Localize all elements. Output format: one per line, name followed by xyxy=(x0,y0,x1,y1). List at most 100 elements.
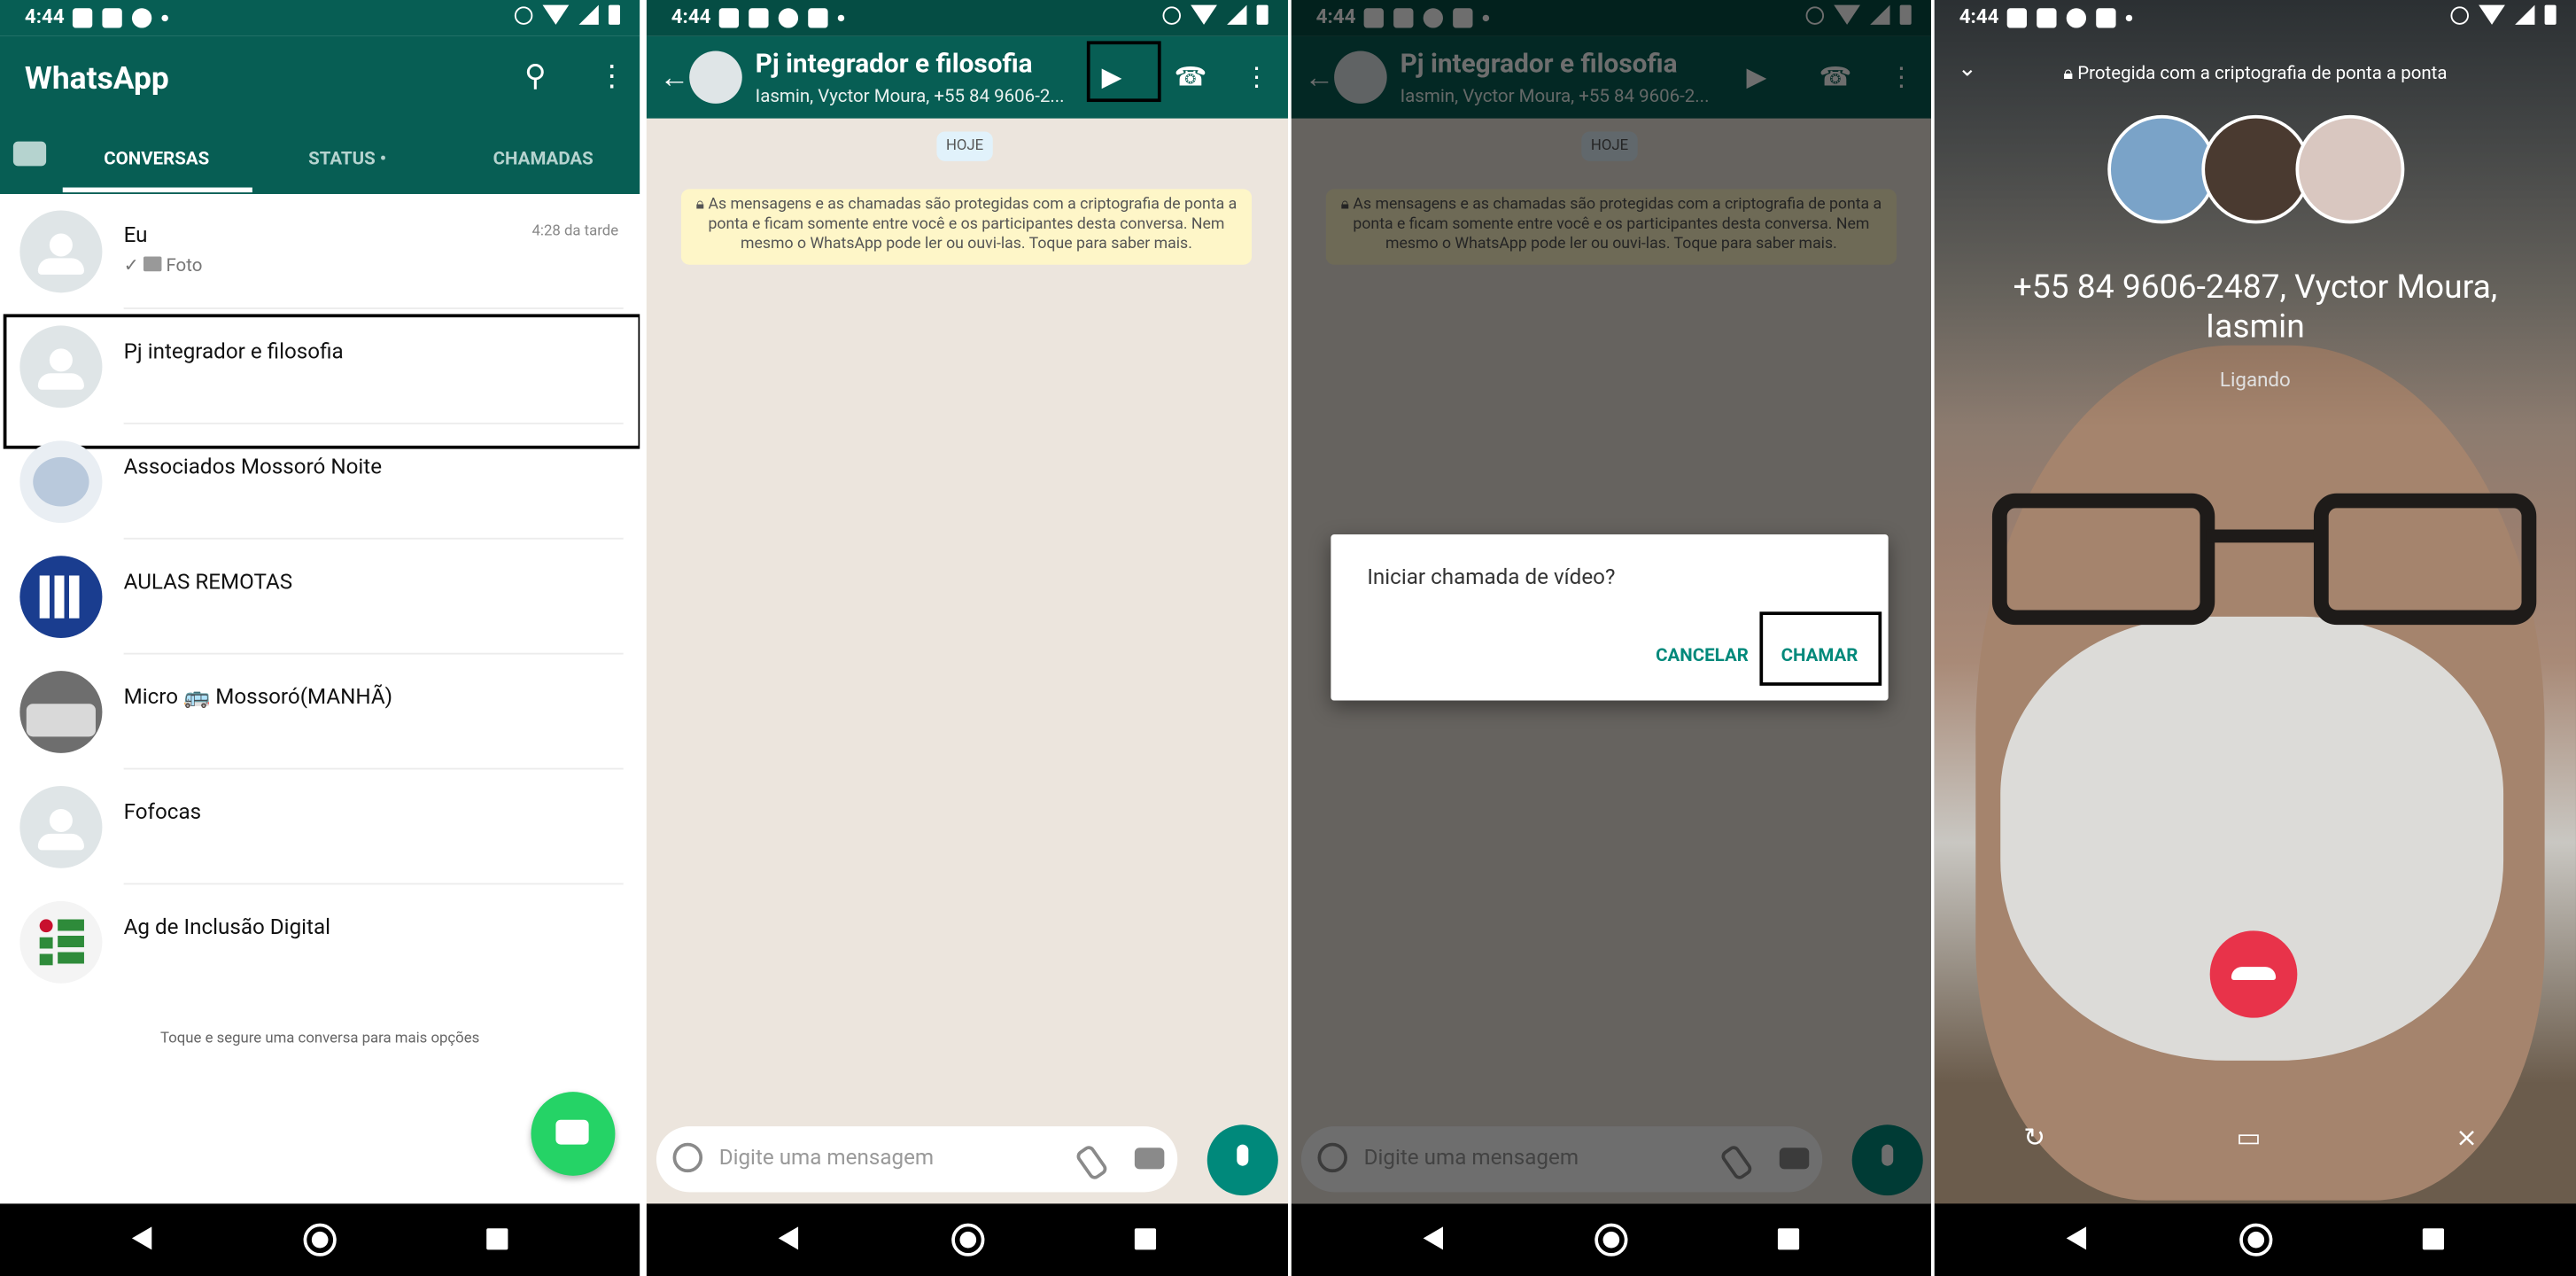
app-title: WhatsApp xyxy=(24,58,169,97)
status-bar: 4:44 xyxy=(0,0,640,36)
nav-back-icon[interactable] xyxy=(778,1226,799,1250)
chat-row-ag[interactable]: Ag de Inclusão Digital xyxy=(0,884,640,1000)
nav-recent-icon[interactable] xyxy=(1777,1228,1800,1250)
group-chat-screen: 4:44 ← Pj integrador e filosofia Iasmin,… xyxy=(646,0,1288,1276)
nav-bar xyxy=(1934,1203,2576,1276)
tab-conversas[interactable]: CONVERSAS xyxy=(104,148,209,169)
tab-chamadas[interactable]: CHAMADAS xyxy=(493,148,594,169)
video-call-dialog: Iniciar chamada de vídeo? CANCELAR CHAMA… xyxy=(1331,534,1889,701)
nav-recent-icon[interactable] xyxy=(1134,1228,1157,1250)
nav-recent-icon[interactable] xyxy=(2422,1228,2445,1250)
lock-icon: 🔒︎ xyxy=(2063,62,2074,84)
chat-name: Micro 🚌 Mossoró(MANHÃ) xyxy=(123,685,393,711)
status-bar: 4:44 xyxy=(1935,0,2576,36)
nav-bar xyxy=(0,1203,640,1276)
phone-icon[interactable]: ☎︎ xyxy=(1175,61,1207,92)
avatar xyxy=(19,210,103,293)
chat-fab-icon xyxy=(555,1119,589,1145)
switch-camera-icon[interactable]: ↻ xyxy=(2023,1122,2045,1153)
avatar xyxy=(2107,114,2217,224)
call-participants: +55 84 9606-2487, Vyctor Moura, Iasmin xyxy=(2013,266,2498,346)
mic-off-icon[interactable]: ⨯ xyxy=(2456,1122,2478,1153)
avatar xyxy=(19,440,103,524)
avatar xyxy=(2295,114,2405,224)
nav-home-icon[interactable] xyxy=(1594,1223,1628,1257)
avatar xyxy=(19,786,103,868)
chat-row-fofocas[interactable]: Fofocas xyxy=(0,769,640,885)
status-bar: 4:44 xyxy=(646,0,1288,36)
end-call-button[interactable] xyxy=(2209,930,2298,1018)
emoji-icon[interactable] xyxy=(672,1142,703,1173)
app-header: WhatsApp ⚲ ⋮ CONVERSAS STATUS • CHAMADAS xyxy=(0,35,640,194)
nav-home-icon[interactable] xyxy=(2238,1223,2272,1257)
check-icon: ✓ xyxy=(123,254,139,276)
chat-header: ← Pj integrador e filosofia Iasmin, Vyct… xyxy=(646,35,1288,119)
video-call-highlight xyxy=(1086,41,1161,103)
tab-status-label: STATUS xyxy=(308,148,376,170)
chat-row-associados[interactable]: Associados Mossoró Noite xyxy=(0,424,640,540)
more-vert-icon[interactable]: ⋮ xyxy=(597,59,627,94)
cancel-button[interactable]: CANCELAR xyxy=(1656,644,1749,665)
chat-title[interactable]: Pj integrador e filosofia xyxy=(756,48,1033,79)
chat-name: Eu xyxy=(123,223,148,249)
new-chat-button[interactable] xyxy=(531,1092,616,1176)
encryption-note-text: As mensagens e as chamadas são protegida… xyxy=(708,195,1238,253)
nav-home-icon[interactable] xyxy=(303,1223,337,1257)
chat-row-eu[interactable]: Eu 4:28 da tarde ✓ Foto xyxy=(0,194,640,309)
nav-home-icon[interactable] xyxy=(950,1223,984,1257)
mic-icon xyxy=(1237,1144,1249,1166)
attach-icon[interactable] xyxy=(1074,1143,1110,1182)
nav-back-icon[interactable] xyxy=(1423,1226,1443,1250)
participant-avatars xyxy=(2107,114,2405,230)
call-encryption: 🔒︎ Protegida com a criptografia de ponta… xyxy=(1935,63,2576,86)
chat-name: Ag de Inclusão Digital xyxy=(123,915,331,941)
lock-icon: 🔒︎ xyxy=(695,195,705,214)
message-input[interactable]: Digite uma mensagem xyxy=(656,1126,1178,1193)
status-time: 4:44 xyxy=(1959,4,1999,28)
nav-recent-icon[interactable] xyxy=(486,1228,508,1250)
camera-icon[interactable] xyxy=(1134,1148,1165,1170)
message-placeholder: Digite uma mensagem xyxy=(718,1146,935,1171)
mic-button[interactable] xyxy=(1207,1124,1278,1196)
status-dot: • xyxy=(379,148,387,170)
chat-time: 4:28 da tarde xyxy=(531,223,619,240)
chat-row-aulas[interactable]: AULAS REMOTAS xyxy=(0,540,640,655)
chat-list-screen: 4:44 WhatsApp ⚲ ⋮ CONVERSAS STATUS • CHA… xyxy=(0,0,640,1276)
chat-name: AULAS REMOTAS xyxy=(123,570,293,595)
group-avatar[interactable] xyxy=(689,51,742,104)
tab-status[interactable]: STATUS • xyxy=(308,148,386,169)
camera-icon[interactable] xyxy=(12,141,47,167)
end-call-icon xyxy=(2231,967,2277,980)
more-vert-icon[interactable]: ⋮ xyxy=(1244,61,1270,92)
search-icon[interactable]: ⚲ xyxy=(524,59,547,94)
avatar xyxy=(19,671,103,753)
avatar xyxy=(19,556,103,639)
chat-row-micro[interactable]: Micro 🚌 Mossoró(MANHÃ) xyxy=(0,655,640,770)
status-time: 4:44 xyxy=(671,4,711,28)
encryption-note[interactable]: 🔒︎ As mensagens e as chamadas são proteg… xyxy=(680,189,1253,265)
tab-indicator xyxy=(62,187,252,193)
call-status: Ligando xyxy=(2219,368,2291,392)
avatar xyxy=(2201,114,2311,224)
dialog-message: Iniciar chamada de vídeo? xyxy=(1367,565,1616,591)
tab-bar: CONVERSAS STATUS • CHAMADAS xyxy=(0,131,640,194)
hint-text: Toque e segure uma conversa para mais op… xyxy=(160,1031,480,1048)
nav-back-icon[interactable] xyxy=(131,1226,152,1250)
date-pill: HOJE xyxy=(936,131,993,161)
chat-name: Associados Mossoró Noite xyxy=(123,455,383,480)
video-off-icon[interactable]: ▭ xyxy=(2236,1122,2261,1153)
nav-bar xyxy=(1291,1203,1932,1276)
chat-name: Fofocas xyxy=(123,800,202,826)
chat-preview-text: Foto xyxy=(166,254,203,276)
call-encryption-text: Protegida com a criptografia de ponta a … xyxy=(2077,62,2448,84)
nav-back-icon[interactable] xyxy=(2066,1226,2087,1250)
nav-bar xyxy=(646,1203,1288,1276)
avatar xyxy=(19,900,103,984)
photo-icon xyxy=(143,256,162,272)
video-call-screen: 4:44 ⌄ 🔒︎ Protegida com a criptografia d… xyxy=(1934,0,2576,1276)
chat-preview: ✓ Foto xyxy=(124,255,203,276)
chat-subtitle: Iasmin, Vyctor Moura, +55 84 9606-2... xyxy=(755,85,1065,107)
video-call-dialog-screen: 4:44 ← Pj integrador e filosofia Iasmin,… xyxy=(1291,0,1932,1276)
back-arrow-icon[interactable]: ← xyxy=(660,61,690,96)
call-button-highlight xyxy=(1759,611,1882,686)
